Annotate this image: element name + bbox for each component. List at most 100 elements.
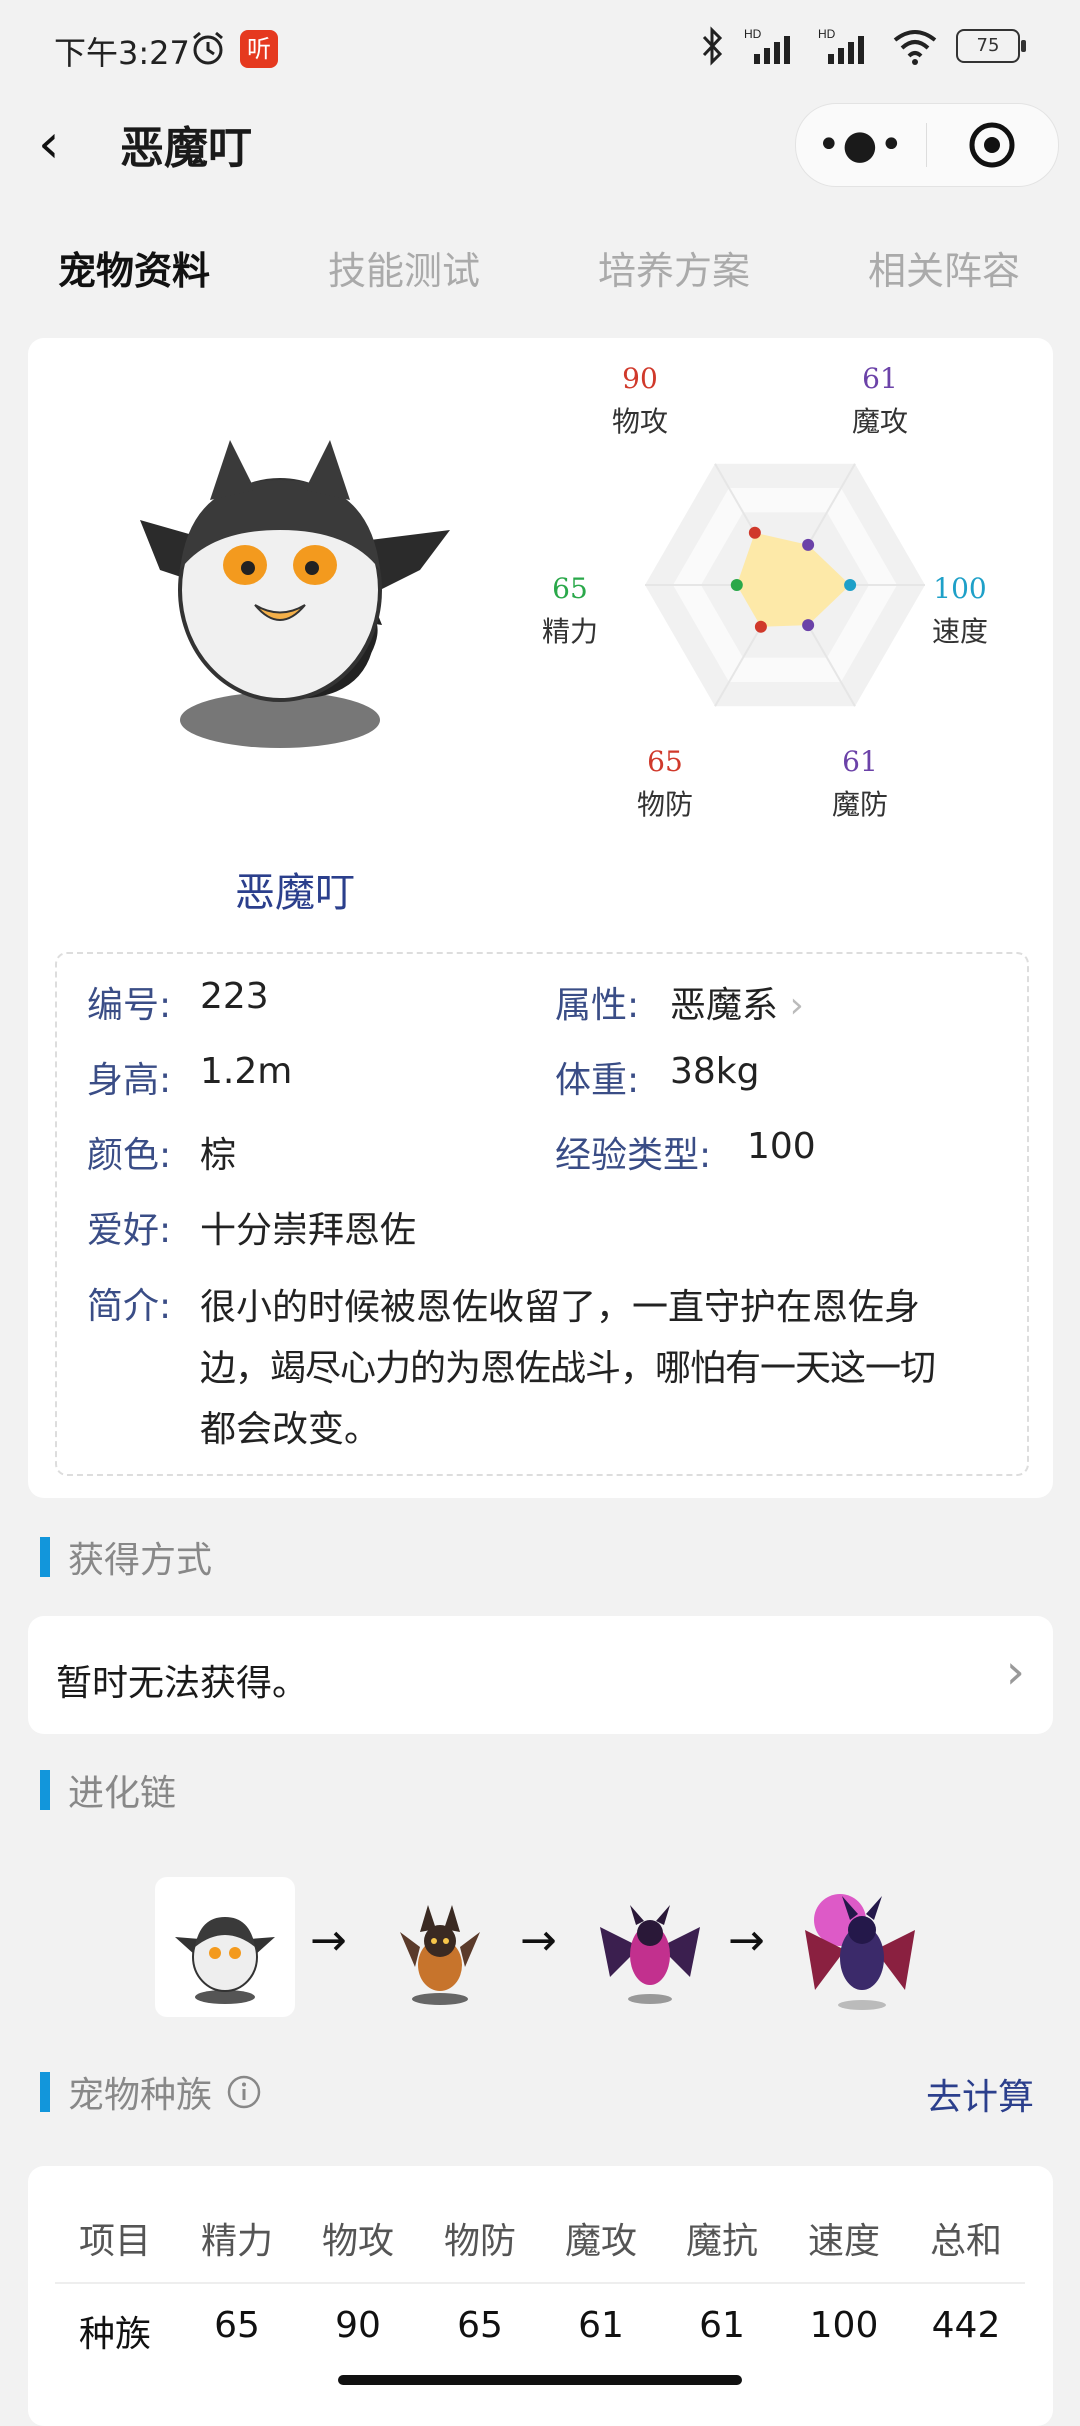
description-key: 简介: (87, 1286, 172, 1327)
radar-value-label: 90 (622, 362, 658, 395)
pet-image (140, 440, 450, 748)
weight-key: 体重: (555, 1060, 640, 1101)
tab-bar: 宠物资料 技能测试 培养方案 相关阵容 (0, 240, 1080, 310)
obtain-card[interactable]: 暂时无法获得。 › (28, 1616, 1053, 1734)
status-bar: 下午3:27 听 HD HD 75 (0, 0, 1080, 100)
evolution-stage-4[interactable] (790, 1870, 930, 2010)
chevron-right-icon: › (789, 985, 804, 1026)
attribute-value: 恶魔系 (670, 985, 779, 1026)
race-section-header: 宠物种族 (40, 2072, 262, 2116)
table-cell: 442 (931, 2305, 1001, 2346)
back-icon[interactable]: ‹ (38, 112, 60, 175)
radar-value-label: 61 (842, 745, 878, 778)
table-cell: 61 (578, 2305, 624, 2346)
tab-pet-info[interactable]: 宠物资料 (58, 240, 210, 295)
evolution-section-title: 进化链 (68, 1773, 177, 1814)
weight-value: 38kg (670, 1051, 760, 1092)
pet-name: 恶魔叮 (235, 870, 355, 916)
race-table-card (28, 2166, 1053, 2426)
description-line: 边，竭尽心力的为恩佐战斗，哪怕有一天这一切 (200, 1348, 936, 1389)
table-header-cell: 总和 (929, 2221, 1002, 2262)
table-header-cell: 项目 (78, 2221, 151, 2262)
table-header-cell: 物攻 (321, 2221, 394, 2262)
evolution-stage-1[interactable] (155, 1877, 295, 2017)
info-box: 编号: 223 属性: 恶魔系 › 身高: 1.2m 体重: 38kg 颜色: … (55, 952, 1029, 1476)
table-header-cell: 魔攻 (564, 2221, 637, 2262)
radar-point (802, 619, 815, 632)
number-value: 223 (200, 976, 269, 1017)
tab-related-lineup[interactable]: 相关阵容 (868, 240, 1020, 295)
radar-axis-label: 速度 (931, 615, 988, 648)
radar-value-label: 61 (862, 362, 898, 395)
description-line: 很小的时候被恩佐收留了，一直守护在恩佐身 (200, 1287, 921, 1328)
radar-axis-label: 魔攻 (851, 405, 908, 438)
pet-stage-3-image (600, 1905, 700, 2004)
section-marker (40, 1537, 50, 1577)
bluetooth-icon (702, 26, 723, 66)
height-key: 身高: (87, 1060, 172, 1101)
table-header-cell: 魔抗 (685, 2221, 758, 2262)
evolution-stage-2[interactable] (370, 1877, 510, 2017)
race-section-title: 宠物种族 (68, 2075, 213, 2116)
hobby-value: 十分崇拜恩佐 (200, 1210, 417, 1251)
height-value: 1.2m (200, 1051, 293, 1092)
table-cell: 100 (809, 2305, 879, 2346)
evolution-stage-3[interactable] (580, 1877, 720, 2017)
obtain-text: 暂时无法获得。 (56, 1663, 309, 1704)
mini-program-capsule: •●• (795, 103, 1059, 187)
pet-stage-2-image (400, 1905, 480, 2005)
exp-type-value: 100 (747, 1126, 816, 1167)
description-line: 都会改变。 (200, 1409, 381, 1450)
number-key: 编号: (87, 985, 172, 1026)
more-button[interactable]: •●• (796, 122, 926, 168)
color-key: 颜色: (87, 1135, 172, 1176)
target-icon (969, 122, 1015, 168)
page-title: 恶魔叮 (120, 123, 252, 174)
obtain-section-title: 获得方式 (68, 1540, 213, 1581)
info-icon[interactable] (226, 2074, 262, 2110)
section-marker (40, 2072, 50, 2112)
exp-type-key: 经验类型: (555, 1135, 712, 1176)
status-right: HD HD 75 (700, 26, 1026, 66)
radar-axis-label: 物防 (636, 788, 693, 821)
table-divider (55, 2282, 1025, 2284)
radar-point (844, 579, 857, 591)
signal-icon: HD (744, 27, 790, 64)
home-indicator[interactable] (338, 2375, 742, 2385)
app-badge-icon: 听 (240, 30, 278, 68)
tab-skill-test[interactable]: 技能测试 (328, 240, 480, 295)
radar-point (730, 579, 743, 591)
chevron-right-icon: › (1005, 1644, 1025, 1700)
pet-stage-1-image (175, 1917, 275, 2004)
table-cell: 65 (457, 2305, 503, 2346)
evolution-arrow: → (728, 1915, 765, 1966)
table-header-cell: 物防 (443, 2221, 516, 2262)
close-button[interactable] (927, 120, 1057, 170)
table-cell: 61 (699, 2305, 745, 2346)
signal-icon-2: HD (818, 27, 864, 64)
evolution-arrow: → (310, 1915, 347, 1966)
evolution-arrow: → (520, 1915, 557, 1966)
calculate-link[interactable]: 去计算 (926, 2068, 1034, 2120)
radar-value-label: 65 (647, 745, 683, 778)
radar-point (754, 620, 767, 633)
radar-value-label: 100 (933, 572, 987, 605)
table-cell: 90 (335, 2305, 381, 2346)
hobby-key: 爱好: (87, 1210, 172, 1251)
obtain-section-header: 获得方式 (40, 1537, 212, 1581)
description-text: 很小的时候被恩佐收留了，一直守护在恩佐身 边，竭尽心力的为恩佐战斗，哪怕有一天这… (200, 1277, 1020, 1460)
radar-axis-label: 精力 (541, 615, 598, 648)
tab-training-plan[interactable]: 培养方案 (598, 240, 750, 295)
status-time: 下午3:27 (54, 34, 190, 72)
network-label-2: HD (818, 27, 836, 41)
radar-value-label: 65 (552, 572, 588, 605)
radar-axis-label: 物攻 (611, 405, 668, 438)
table-cell: 65 (214, 2305, 260, 2346)
table-header-cell: 精力 (200, 2221, 273, 2262)
battery-icon: 75 (956, 29, 1026, 63)
radar-point (748, 526, 761, 539)
evolution-section-header: 进化链 (40, 1770, 176, 1814)
pet-stage-4-image (805, 1894, 915, 2010)
attribute-link[interactable]: 恶魔系 › (670, 976, 804, 1028)
section-marker (40, 1770, 50, 1810)
